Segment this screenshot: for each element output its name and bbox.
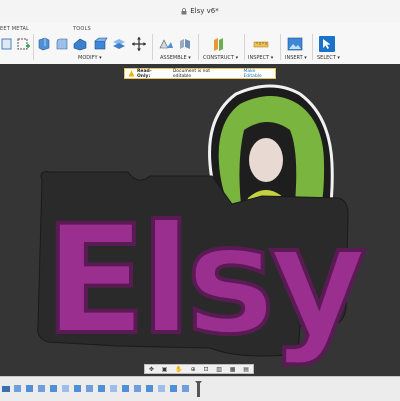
as-built-joint-icon[interactable] xyxy=(177,36,193,52)
orbit-icon[interactable]: ✥ xyxy=(149,366,154,373)
figure-face xyxy=(249,138,283,182)
fit-icon[interactable]: ⊡ xyxy=(203,366,208,373)
shell-icon[interactable] xyxy=(92,36,108,52)
offset-plane-icon[interactable] xyxy=(211,36,227,52)
navigation-bar: ✥ ▣ ✋ ⊕ ⊡ ▥ ▦ ▤ xyxy=(144,364,254,374)
timeline-strip xyxy=(2,381,202,397)
tab-sheet-metal[interactable]: EET METAL xyxy=(0,26,29,32)
3d-viewport[interactable]: Read-Only: Document is not editable Make… xyxy=(0,64,400,376)
press-pull-icon[interactable] xyxy=(36,36,52,52)
chamfer-icon[interactable] xyxy=(72,36,88,52)
group-modify[interactable]: MODIFY ▾ xyxy=(78,55,102,61)
separator xyxy=(280,34,281,60)
group-insert[interactable]: INSERT ▾ xyxy=(285,55,307,61)
select-icon[interactable] xyxy=(319,36,335,52)
timeline-features[interactable] xyxy=(14,385,189,392)
create-sketch-icon[interactable] xyxy=(0,36,16,52)
fillet-icon[interactable] xyxy=(54,36,70,52)
group-construct[interactable]: CONSTRUCT ▾ xyxy=(203,55,238,61)
lock-icon xyxy=(181,7,187,14)
separator xyxy=(312,34,313,60)
model-text: Elsy xyxy=(44,194,365,368)
group-inspect[interactable]: INSPECT ▾ xyxy=(248,55,273,61)
new-component-icon[interactable] xyxy=(16,36,32,52)
document-title: Elsy v6* xyxy=(160,0,240,22)
move-copy-icon[interactable] xyxy=(131,36,147,52)
measure-icon[interactable] xyxy=(253,36,269,52)
split-body-icon[interactable] xyxy=(111,36,127,52)
document-title-text: Elsy v6* xyxy=(190,7,219,15)
pan-icon[interactable]: ✋ xyxy=(175,366,182,373)
group-assemble[interactable]: ASSEMBLE ▾ xyxy=(160,55,191,61)
ribbon-toolbar: EET METAL TOOLS MODIFY ▾ ASSEMBLE ▾ CONS… xyxy=(0,22,400,65)
tab-tools[interactable]: TOOLS xyxy=(73,26,91,32)
display-icon[interactable]: ▥ xyxy=(216,366,222,373)
separator xyxy=(33,34,34,60)
look-icon[interactable]: ▣ xyxy=(162,366,168,373)
separator xyxy=(152,34,153,60)
joint-icon[interactable] xyxy=(158,36,174,52)
separator xyxy=(198,34,199,60)
separator xyxy=(244,34,245,60)
insert-canvas-icon[interactable] xyxy=(287,36,303,52)
timeline-marker[interactable] xyxy=(195,381,202,397)
group-select[interactable]: SELECT ▾ xyxy=(317,55,340,61)
timeline-controls[interactable] xyxy=(2,386,10,392)
elsy-model[interactable]: Elsy xyxy=(0,64,400,376)
zoom-icon[interactable]: ⊕ xyxy=(191,366,196,373)
viewports-icon[interactable]: ▤ xyxy=(243,366,249,373)
grid-icon[interactable]: ▦ xyxy=(230,366,236,373)
timeline-bar xyxy=(0,376,400,401)
title-bar: Elsy v6* xyxy=(0,0,400,23)
